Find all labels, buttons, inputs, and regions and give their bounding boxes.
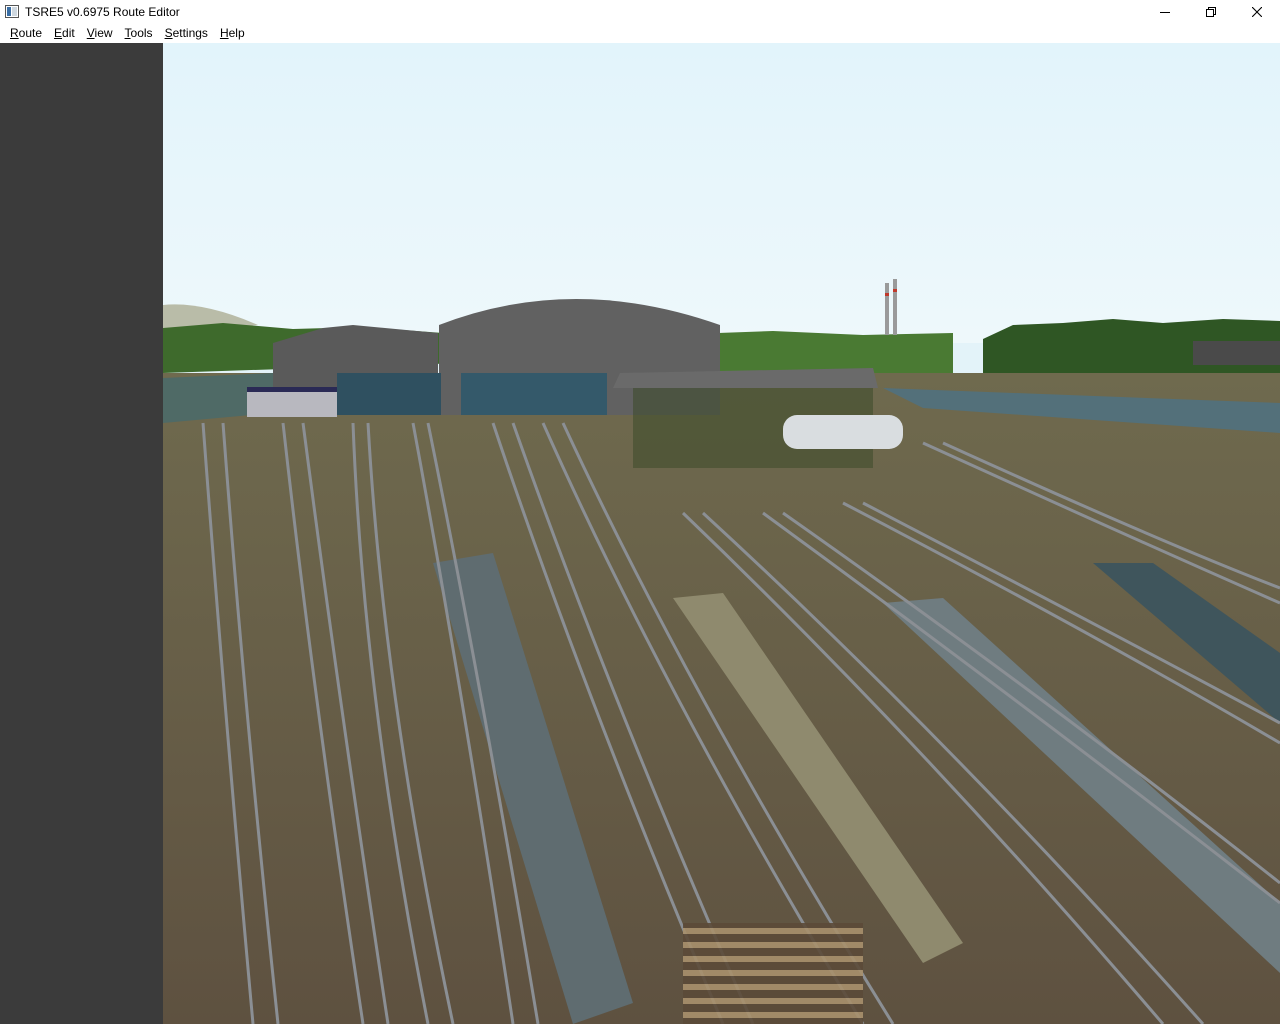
app-icon bbox=[5, 5, 19, 18]
depot-doors-right bbox=[461, 373, 607, 415]
title-bar[interactable]: TSRE5 v0.6975 Route Editor bbox=[0, 0, 1280, 23]
minimize-icon bbox=[1160, 11, 1170, 13]
menu-view[interactable]: View bbox=[81, 23, 119, 43]
sky bbox=[163, 43, 1280, 343]
3d-viewport[interactable] bbox=[163, 43, 1280, 1024]
menu-help[interactable]: Help bbox=[214, 23, 251, 43]
menu-edit-mnemonic: E bbox=[54, 26, 63, 40]
menu-settings-label: ettings bbox=[172, 26, 208, 40]
menu-view-label: iew bbox=[94, 26, 113, 40]
right-structure bbox=[1193, 341, 1280, 365]
menu-route-mnemonic: R bbox=[10, 26, 19, 40]
tree-line-center bbox=[718, 331, 953, 373]
restore-icon bbox=[1206, 6, 1216, 17]
menu-route-label: oute bbox=[18, 26, 43, 40]
window-title: TSRE5 v0.6975 Route Editor bbox=[25, 4, 180, 19]
menu-tools-label: ools bbox=[130, 26, 153, 40]
menu-settings[interactable]: Settings bbox=[159, 23, 214, 43]
side-panel bbox=[0, 43, 163, 1024]
menu-tools[interactable]: Tools bbox=[119, 23, 159, 43]
menu-bar: Route Edit View Tools Settings Help bbox=[0, 23, 1280, 43]
window-controls bbox=[1142, 0, 1280, 23]
small-building-roof bbox=[247, 387, 337, 392]
chimney bbox=[885, 283, 889, 335]
menu-help-label: elp bbox=[228, 26, 245, 40]
menu-view-mnemonic: V bbox=[86, 26, 95, 40]
scene-render bbox=[163, 43, 1280, 1024]
menu-route[interactable]: Route bbox=[0, 23, 48, 43]
chimney-band bbox=[885, 293, 889, 296]
small-building bbox=[247, 389, 337, 417]
menu-help-mnemonic: H bbox=[219, 26, 229, 40]
depot-doors-left bbox=[337, 373, 441, 415]
close-button[interactable] bbox=[1234, 0, 1280, 23]
chimney-band bbox=[893, 289, 897, 292]
menu-settings-mnemonic: S bbox=[164, 26, 173, 40]
minimize-button[interactable] bbox=[1142, 0, 1188, 23]
menu-edit[interactable]: Edit bbox=[48, 23, 81, 43]
wooden-crossing bbox=[683, 923, 863, 1024]
close-icon bbox=[1252, 6, 1262, 17]
menu-edit-label: dit bbox=[62, 26, 75, 40]
chimney bbox=[893, 279, 897, 335]
restore-button[interactable] bbox=[1188, 0, 1234, 23]
tank-wagon bbox=[783, 415, 903, 449]
